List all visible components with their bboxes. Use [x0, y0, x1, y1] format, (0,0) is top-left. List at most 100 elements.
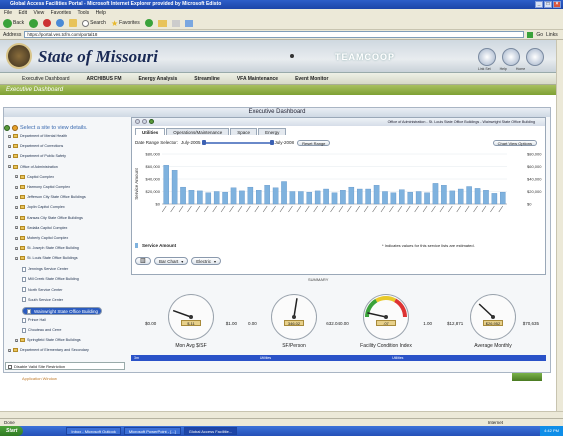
tree-item[interactable]: + Springfield State Office Buildings — [15, 338, 81, 342]
tree-item[interactable]: + Capitol Complex — [15, 174, 54, 179]
mail-icon[interactable] — [157, 19, 167, 27]
bar[interactable] — [474, 188, 481, 205]
media-icon[interactable] — [144, 19, 153, 27]
tree-item[interactable]: + Moberly Capitol Complex — [15, 236, 68, 240]
horizontal-scrollbar[interactable] — [0, 411, 563, 418]
minimize-button[interactable]: _ — [535, 1, 543, 8]
refresh-icon[interactable] — [142, 119, 147, 124]
nav-streamline[interactable]: Streamline — [194, 76, 220, 82]
tree-item[interactable]: + St. Joseph State Office Building — [15, 246, 79, 251]
links-button[interactable]: Links — [546, 32, 558, 38]
tab-operations-maintenance[interactable]: Operations/Maintenance — [166, 128, 230, 135]
green-action-button[interactable] — [512, 373, 542, 381]
bar[interactable] — [348, 186, 355, 205]
chart-icons-toggle[interactable]: ▥ — [135, 257, 151, 265]
expand-icon[interactable]: + — [15, 236, 18, 240]
tree-item[interactable]: + St. Louis State Office Buildings — [15, 256, 78, 261]
bar[interactable] — [340, 190, 346, 205]
bar[interactable] — [390, 192, 397, 205]
bar[interactable] — [323, 188, 329, 205]
bar[interactable] — [491, 193, 498, 205]
bar[interactable] — [298, 191, 304, 205]
bar[interactable] — [457, 188, 464, 205]
expand-icon[interactable]: + — [15, 205, 18, 209]
expand-icon[interactable]: + — [8, 165, 11, 169]
tab-utilities[interactable]: Utilities — [135, 128, 166, 135]
bar[interactable] — [331, 192, 338, 205]
bar[interactable] — [163, 165, 169, 205]
expand-icon[interactable]: + — [15, 175, 18, 179]
expand-icon[interactable]: + — [8, 134, 11, 138]
task-outlook[interactable]: Inbox - Microsoft Outlook — [66, 427, 121, 435]
bar[interactable] — [500, 191, 506, 205]
tab-energy[interactable]: Energy — [258, 128, 287, 135]
task-powerpoint[interactable]: Microsoft PowerPoint - [...] — [123, 427, 181, 435]
bar[interactable] — [247, 186, 254, 205]
bar[interactable] — [289, 191, 296, 205]
tree-item[interactable]: + Department of Elementary and Secondary — [8, 348, 89, 353]
bar[interactable] — [272, 187, 279, 205]
bar[interactable] — [180, 186, 186, 205]
tree-item[interactable]: + Harmony Capitol Complex — [15, 185, 70, 189]
expand-icon[interactable]: + — [15, 226, 18, 230]
expand-icon[interactable]: + — [15, 338, 18, 342]
home-label[interactable]: Home — [516, 67, 525, 71]
bar[interactable] — [256, 190, 262, 205]
bar[interactable] — [239, 190, 245, 205]
nav-energy-analysis[interactable]: Energy Analysis — [139, 76, 178, 82]
nav-executive-dashboard[interactable]: Executive Dashboard — [22, 76, 70, 82]
bar[interactable] — [415, 191, 422, 205]
menu-edit[interactable]: Edit — [18, 10, 27, 16]
close-button[interactable]: × — [553, 1, 561, 8]
expand-icon[interactable]: + — [8, 154, 11, 158]
expand-icon[interactable]: + — [15, 216, 18, 220]
stop-icon[interactable] — [43, 19, 52, 27]
bar[interactable] — [365, 188, 371, 205]
expand-icon[interactable]: + — [15, 185, 18, 189]
collapse-icon[interactable] — [135, 119, 140, 124]
bar[interactable] — [197, 190, 203, 205]
bar[interactable] — [432, 183, 439, 205]
tab-space[interactable]: Space — [230, 128, 258, 135]
bar[interactable] — [222, 191, 228, 205]
nav-event-monitor[interactable]: Event Monitor — [295, 76, 328, 82]
bar[interactable] — [441, 185, 447, 205]
nav-vfa-maintenance[interactable]: VFA Maintenance — [237, 76, 278, 82]
bar[interactable] — [188, 190, 195, 205]
task-ie[interactable]: Global Access Facilitie... — [183, 427, 238, 435]
bar[interactable] — [382, 191, 388, 205]
go-arrow-icon[interactable] — [527, 31, 534, 38]
address-input[interactable]: https://portal.ves.tcfm.com/portal18 — [24, 31, 525, 38]
refresh-icon[interactable] — [56, 19, 65, 27]
tree-item[interactable]: + Department of Mental Health — [8, 134, 67, 138]
menu-view[interactable]: View — [33, 10, 44, 16]
menu-help[interactable]: Help — [96, 10, 106, 16]
bar[interactable] — [281, 181, 287, 205]
tree-item[interactable]: + Kansas City State Office Buildings — [15, 215, 83, 220]
bar[interactable] — [314, 190, 321, 205]
tree-item[interactable]: + Department of Public Safety — [8, 154, 66, 159]
tree-item[interactable]: Wainwright State Office Building — [22, 307, 103, 316]
tree-item[interactable]: + Office of Administration — [8, 164, 58, 169]
menu-favorites[interactable]: Favorites — [51, 10, 72, 16]
bar[interactable] — [407, 191, 413, 205]
start-button[interactable]: Start — [0, 426, 24, 436]
tree-item[interactable]: + Jefferson City State Office Buildings — [15, 195, 86, 200]
tree-item[interactable]: Prince Hall — [22, 317, 46, 323]
tree-item[interactable]: + Department of Corrections — [8, 144, 63, 149]
expand-icon[interactable]: + — [15, 256, 18, 260]
link-set-icon[interactable] — [478, 48, 496, 66]
bar[interactable] — [373, 185, 380, 205]
bar[interactable] — [356, 188, 363, 205]
go-button[interactable]: Go — [536, 32, 543, 38]
home-icon[interactable] — [526, 48, 544, 66]
menu-tools[interactable]: Tools — [77, 10, 89, 16]
nav-archibus-fm[interactable]: ARCHIBUS FM — [87, 76, 122, 82]
tree-item[interactable]: Jennings Service Center — [22, 266, 68, 272]
info-icon[interactable] — [12, 125, 18, 131]
chart-type-select[interactable]: Bar Chart ▾ — [154, 257, 189, 265]
expand-icon[interactable]: + — [8, 144, 11, 148]
bar[interactable] — [424, 192, 430, 205]
tree-item[interactable]: + Joplin Capitol Complex — [15, 205, 65, 210]
disable-restriction-toggle[interactable]: Disable Valid Site Restriction — [5, 362, 125, 370]
